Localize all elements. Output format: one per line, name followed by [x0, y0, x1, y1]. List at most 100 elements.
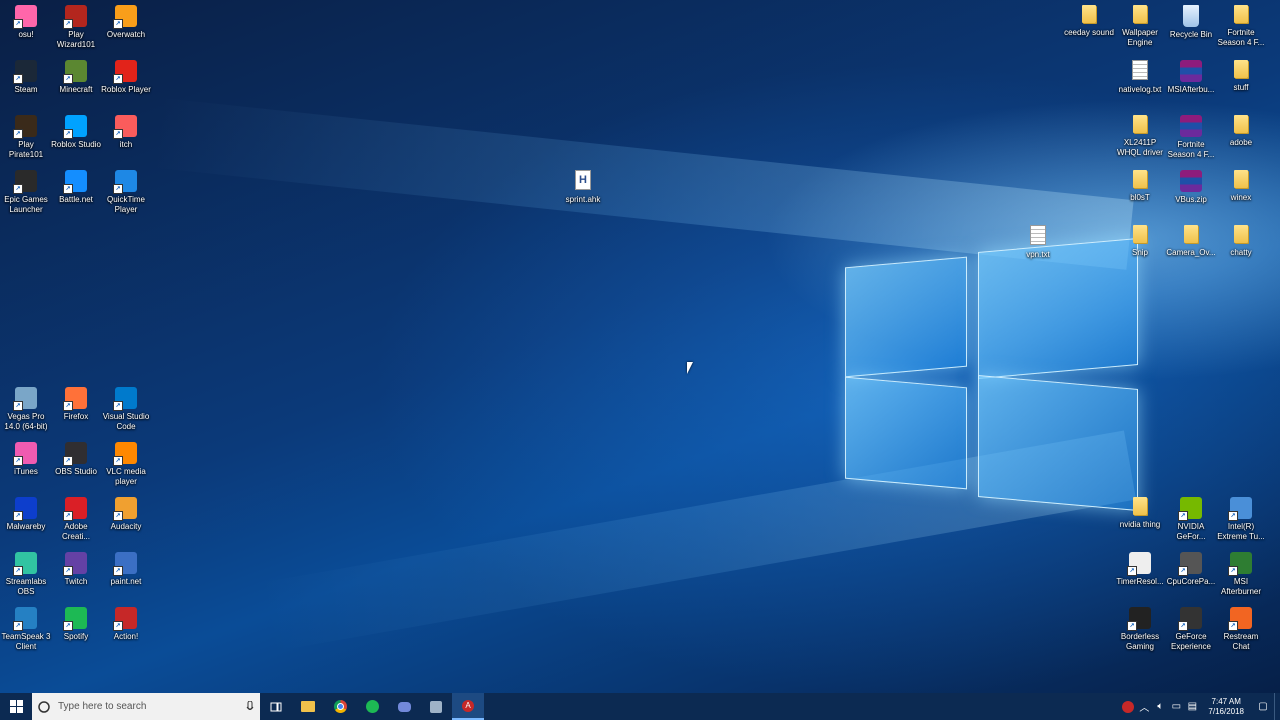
malwarebytes-icon: ↗ [13, 497, 37, 521]
desktop-icon-label: Malwareby [6, 522, 46, 531]
show-hidden-icons-icon[interactable]: ︿ [1136, 699, 1152, 714]
show-desktop-button[interactable] [1274, 693, 1280, 720]
desktop-icon-label: Visual Studio Code [102, 412, 150, 431]
desktop-icon[interactable]: ↗ Streamlabs OBS [0, 552, 52, 597]
desktop-icon[interactable]: chatty [1215, 225, 1267, 258]
desktop-icon[interactable]: ↗ Battle.net [50, 170, 102, 205]
desktop-icon[interactable]: ↗ TimerResol... [1114, 552, 1166, 587]
desktop-icon[interactable]: Recycle Bin [1165, 5, 1217, 40]
desktop-icon[interactable]: ↗ itch [100, 115, 152, 150]
desktop-icon[interactable]: ceeday sound [1063, 5, 1115, 38]
taskbar-search-box[interactable]: Type here to search [32, 693, 260, 720]
desktop-icon[interactable]: VBus.zip [1165, 170, 1217, 205]
desktop-icon[interactable]: ↗ Malwareby [0, 497, 52, 532]
action-center-icon[interactable]: ▢ [1252, 701, 1274, 712]
desktop-icon[interactable]: ↗ Adobe Creati... [50, 497, 102, 542]
intel-xtu-icon: ↗ [1228, 497, 1252, 521]
desktop-icon[interactable]: ↗ osu! [0, 5, 52, 40]
desktop-icon[interactable]: winex [1215, 170, 1267, 203]
taskbar-spotify[interactable] [356, 693, 388, 720]
vlc-icon: ↗ [113, 442, 137, 466]
text-file-icon [1030, 225, 1046, 245]
tray-app-icon[interactable] [1120, 700, 1136, 713]
desktop-icon[interactable]: ↗ iTunes [0, 442, 52, 477]
desktop-icon-label: Recycle Bin [1169, 30, 1213, 39]
desktop-icon[interactable]: ↗ VLC media player [100, 442, 152, 487]
desktop-icon[interactable]: ↗ QuickTime Player [100, 170, 152, 215]
taskbar-app[interactable] [420, 693, 452, 720]
desktop-icon-label: TeamSpeak 3 Client [1, 632, 51, 651]
taskbar-discord[interactable] [388, 693, 420, 720]
desktop-icon[interactable]: ↗ Play Pirate101 [0, 115, 52, 160]
desktop-icon[interactable]: Hsprint.ahk [557, 170, 609, 205]
desktop-icon[interactable]: ↗ Overwatch [100, 5, 152, 40]
desktop-icon[interactable]: bl0sT [1114, 170, 1166, 203]
folder-icon [1133, 497, 1147, 515]
desktop-icon[interactable]: ↗ Play Wizard101 [50, 5, 102, 50]
desktop-icon[interactable]: ↗ Firefox [50, 387, 102, 422]
desktop-icon[interactable]: ↗ Visual Studio Code [100, 387, 152, 432]
desktop-icon[interactable]: stuff [1215, 60, 1267, 93]
desktop-icon[interactable]: ↗ Intel(R) Extreme Tu... [1215, 497, 1267, 542]
desktop-icon[interactable]: ↗ Roblox Studio [50, 115, 102, 150]
desktop-icon[interactable]: MSIAfterbu... [1165, 60, 1217, 95]
desktop-icon[interactable]: nvidia thing [1114, 497, 1166, 530]
start-button[interactable] [0, 693, 32, 720]
taskbar-action-active[interactable]: A [452, 693, 484, 720]
light-beam [151, 97, 1134, 270]
desktop-icon[interactable]: ↗ GeForce Experience [1165, 607, 1217, 652]
desktop-icon[interactable]: Snip [1114, 225, 1166, 258]
desktop-icon[interactable]: ↗ TeamSpeak 3 Client [0, 607, 52, 652]
desktop-icon-label: vpn.txt [1026, 250, 1050, 259]
desktop-icon[interactable]: Camera_Ov... [1165, 225, 1217, 258]
desktop-icon[interactable]: adobe [1215, 115, 1267, 148]
desktop-icon[interactable]: ↗ paint.net [100, 552, 152, 587]
desktop-icon-label: MSIAfterbu... [1167, 85, 1215, 94]
desktop-icon-label: Roblox Player [101, 85, 151, 94]
microphone-icon[interactable] [246, 700, 254, 713]
desktop-icon[interactable]: ↗ Borderless Gaming [1114, 607, 1166, 652]
paintnet-icon: ↗ [113, 552, 137, 576]
desktop-icon[interactable]: nativelog.txt [1114, 60, 1166, 95]
taskbar-file-explorer[interactable] [292, 693, 324, 720]
desktop-icon-label: OBS Studio [55, 467, 97, 476]
windows-logo-pane [978, 375, 1138, 511]
desktop-icon[interactable]: XL2411P WHQL driver [1114, 115, 1166, 158]
desktop-icon[interactable]: ↗ Action! [100, 607, 152, 642]
teamspeak-icon: ↗ [13, 607, 37, 631]
desktop-icon[interactable]: ↗ Minecraft [50, 60, 102, 95]
desktop-icon[interactable]: ↗ NVIDIA GeFor... [1165, 497, 1217, 542]
desktop-icon-label: Roblox Studio [51, 140, 101, 149]
folder-icon [1133, 5, 1147, 23]
desktop-icon[interactable]: ↗ MSI Afterburner [1215, 552, 1267, 597]
desktop-icon[interactable]: ↗ Steam [0, 60, 52, 95]
desktop-icon[interactable]: Fortnite Season 4 F... [1215, 5, 1267, 48]
desktop-icon[interactable]: Fortnite Season 4 F... [1165, 115, 1217, 160]
battery-icon[interactable]: ▭ [1168, 701, 1184, 712]
desktop-icon[interactable]: ↗ CpuCorePa... [1165, 552, 1217, 587]
network-icon[interactable]: ▤ [1184, 701, 1200, 712]
desktop-icon[interactable]: ↗ Vegas Pro 14.0 (64-bit) [0, 387, 52, 432]
desktop-icon[interactable]: Wallpaper Engine [1114, 5, 1166, 48]
twitch-icon: ↗ [63, 552, 87, 576]
desktop-icon-label: Wallpaper Engine [1122, 28, 1158, 47]
desktop-icon[interactable]: ↗ Roblox Player [100, 60, 152, 95]
borderless-gaming-icon: ↗ [1127, 607, 1151, 631]
desktop-icon[interactable]: ↗ Audacity [100, 497, 152, 532]
wizard101-icon: ↗ [63, 5, 87, 29]
taskbar-chrome[interactable] [324, 693, 356, 720]
desktop-icon[interactable]: ↗ Restream Chat [1215, 607, 1267, 652]
desktop-icon[interactable]: ↗ Epic Games Launcher [0, 170, 52, 215]
epic-games-icon: ↗ [13, 170, 37, 194]
desktop-icon[interactable]: ↗ OBS Studio [50, 442, 102, 477]
desktop-icon[interactable]: vpn.txt [1012, 225, 1064, 260]
nvidia-icon: ↗ [1178, 497, 1202, 521]
desktop-icon-label: osu! [18, 30, 34, 39]
desktop-icon[interactable]: ↗ Twitch [50, 552, 102, 587]
desktop-icon-label: Adobe Creati... [61, 522, 90, 541]
taskbar-clock[interactable]: 7:47 AM 7/16/2018 [1200, 697, 1252, 717]
task-view-button[interactable] [260, 693, 292, 720]
desktop-icon[interactable]: ↗ Spotify [50, 607, 102, 642]
folder-icon [1234, 115, 1248, 133]
volume-icon[interactable]: 🔈︎ [1152, 701, 1168, 712]
